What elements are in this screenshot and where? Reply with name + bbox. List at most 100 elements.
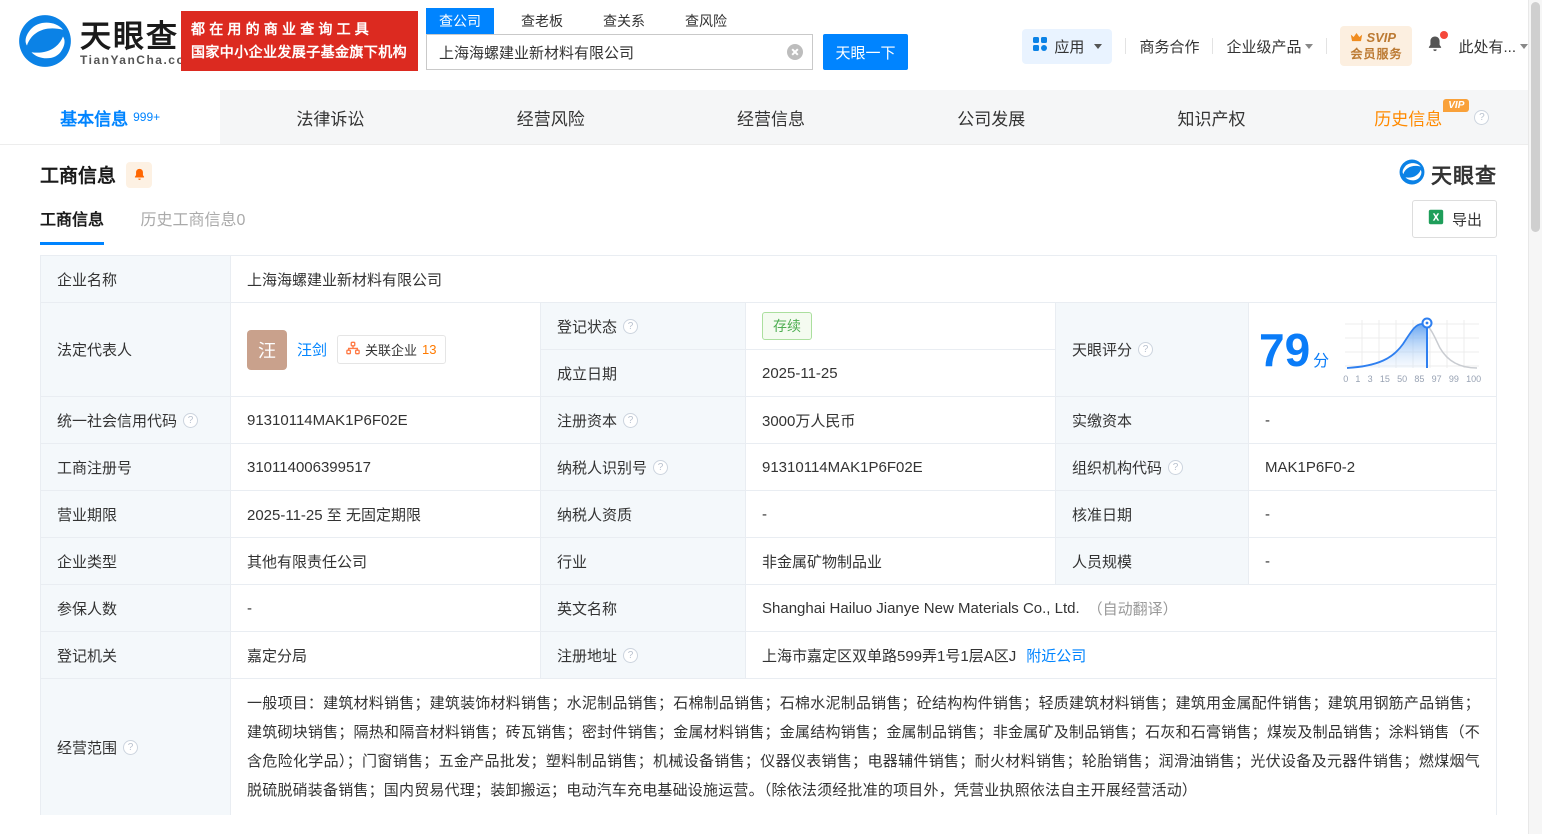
help-icon[interactable]: ? xyxy=(1138,342,1153,357)
help-icon[interactable]: ? xyxy=(623,648,638,663)
score-label: 天眼评分 xyxy=(1072,339,1132,360)
apps-menu[interactable]: 应用 xyxy=(1022,29,1112,64)
paid-capital-value: - xyxy=(1249,397,1496,444)
tab-intellectual-property[interactable]: 知识产权 xyxy=(1101,90,1321,144)
score-distribution-chart: 01 315 5085 9799 100 xyxy=(1343,316,1481,384)
org-chart-icon xyxy=(346,341,360,358)
search-tab-risk[interactable]: 查风险 xyxy=(672,8,740,34)
help-icon[interactable]: ? xyxy=(183,413,198,428)
company-name-value: 上海海螺建业新材料有限公司 xyxy=(231,256,1496,303)
menu-enterprise[interactable]: 企业级产品 xyxy=(1226,36,1313,57)
auto-translate-note: （自动翻译） xyxy=(1088,598,1178,619)
help-icon[interactable]: ? xyxy=(623,413,638,428)
promo-line1: 都在用的商业查询工具 xyxy=(191,18,408,41)
subtab-business-info[interactable]: 工商信息 xyxy=(40,206,104,245)
tab-company-development[interactable]: 公司发展 xyxy=(881,90,1101,144)
table-row: 统一社会信用代码? 91310114MAK1P6F02E 注册资本? 3000万… xyxy=(41,397,1496,444)
registered-address-value: 上海市嘉定区双单路599弄1号1层A区J xyxy=(762,645,1016,666)
establish-date-label: 成立日期 xyxy=(541,350,746,397)
business-info-card: 工商信息 天眼查 xyxy=(0,145,1542,815)
table-row: 企业类型 其他有限责任公司 行业 非金属矿物制品业 人员规模 - xyxy=(41,538,1496,585)
search-input[interactable] xyxy=(426,34,813,70)
header-menu: 应用 商务合作 企业级产品 SVIP 会员服务 xyxy=(1022,26,1528,66)
table-row: 参保人数 - 英文名称 Shanghai Hailuo Jianye New M… xyxy=(41,585,1496,632)
chevron-down-icon xyxy=(1094,44,1102,49)
nearby-companies-link[interactable]: 附近公司 xyxy=(1026,645,1086,666)
industry-value: 非金属矿物制品业 xyxy=(746,538,1056,585)
table-row: 登记机关 嘉定分局 注册地址? 上海市嘉定区双单路599弄1号1层A区J 附近公… xyxy=(41,632,1496,679)
search-tab-relation[interactable]: 查关系 xyxy=(590,8,658,34)
page: 天眼查 TianYanCha.com 都在用的商业查询工具 国家中小企业发展子基… xyxy=(0,0,1542,834)
taxpayer-id-value: 91310114MAK1P6F02E xyxy=(746,444,1056,491)
search-block: 查公司 查老板 查关系 查风险 天眼一下 xyxy=(426,8,908,70)
english-name-value: Shanghai Hailuo Jianye New Materials Co.… xyxy=(762,600,1080,617)
subscribe-bell-icon[interactable] xyxy=(126,162,152,188)
company-type-value: 其他有限责任公司 xyxy=(231,538,541,585)
business-scope-value: 一般项目：建筑材料销售；建筑装饰材料销售；水泥制品销售；石棉制品销售；石棉水泥制… xyxy=(231,679,1496,815)
registration-number-value: 310114006399517 xyxy=(231,444,541,491)
subtab-history-business-info[interactable]: 历史工商信息0 xyxy=(140,206,245,242)
legal-rep-avatar[interactable]: 汪 xyxy=(247,330,287,370)
svip-member-button[interactable]: SVIP 会员服务 xyxy=(1340,26,1412,66)
chevron-down-icon xyxy=(1305,44,1313,49)
related-companies-badge[interactable]: 关联企业 13 xyxy=(337,335,445,364)
notification-bell-icon[interactable] xyxy=(1425,34,1445,58)
tianyancha-logo[interactable]: 天眼查 TianYanCha.com xyxy=(18,14,197,73)
taxpayer-qualification-value: - xyxy=(746,491,1056,538)
apps-grid-icon xyxy=(1032,36,1048,56)
search-button[interactable]: 天眼一下 xyxy=(823,34,908,70)
table-row: 工商注册号 310114006399517 纳税人识别号? 91310114MA… xyxy=(41,444,1496,491)
legal-rep-label: 法定代表人 xyxy=(41,303,231,397)
help-icon[interactable]: ? xyxy=(653,460,668,475)
excel-icon xyxy=(1427,208,1445,230)
crown-icon xyxy=(1350,30,1363,45)
logo-title: 天眼查 xyxy=(80,21,197,53)
org-code-value: MAK1P6F0-2 xyxy=(1249,444,1496,491)
establish-date-value: 2025-11-25 xyxy=(746,350,1056,397)
apps-label: 应用 xyxy=(1054,36,1084,57)
top-header: 天眼查 TianYanCha.com 都在用的商业查询工具 国家中小企业发展子基… xyxy=(0,0,1542,90)
tab-legal-litigation[interactable]: 法律诉讼 xyxy=(220,90,440,144)
tab-operation-risk[interactable]: 经营风险 xyxy=(441,90,661,144)
notification-dot xyxy=(1440,31,1448,39)
account-menu[interactable]: 此处有... xyxy=(1458,36,1528,57)
search-tab-boss[interactable]: 查老板 xyxy=(508,8,576,34)
help-icon[interactable]: ? xyxy=(1474,110,1489,125)
chevron-down-icon xyxy=(1520,44,1528,49)
table-row: 企业名称 上海海螺建业新材料有限公司 xyxy=(41,256,1496,303)
status-badge: 存续 xyxy=(762,312,812,340)
help-icon[interactable]: ? xyxy=(1168,460,1183,475)
search-tabs: 查公司 查老板 查关系 查风险 xyxy=(426,8,908,34)
registered-capital-value: 3000万人民币 xyxy=(746,397,1056,444)
tab-basic-info[interactable]: 基本信息 999+ xyxy=(0,90,220,144)
search-tab-company[interactable]: 查公司 xyxy=(426,8,494,34)
tab-operation-info[interactable]: 经营信息 xyxy=(661,90,881,144)
legal-rep-link[interactable]: 汪剑 xyxy=(297,339,327,360)
help-icon[interactable]: ? xyxy=(623,319,638,334)
company-nav-tabs: 基本信息 999+ 法律诉讼 经营风险 经营信息 公司发展 知识产权 历史信息 … xyxy=(0,90,1542,145)
help-icon[interactable]: ? xyxy=(123,740,138,755)
table-row: 经营范围? 一般项目：建筑材料销售；建筑装饰材料销售；水泥制品销售；石棉制品销售… xyxy=(41,679,1496,815)
tab-history-info[interactable]: 历史信息 VIP ? xyxy=(1322,90,1542,144)
tianyancha-watermark: 天眼查 xyxy=(1399,159,1497,190)
clear-search-icon[interactable] xyxy=(787,44,803,60)
vip-badge: VIP xyxy=(1443,99,1469,112)
promo-line2: 国家中小企业发展子基金旗下机构 xyxy=(191,41,408,64)
tianyancha-swirl-icon xyxy=(18,14,72,73)
tianyan-score-value: 79 xyxy=(1259,324,1310,376)
tianyancha-swirl-icon xyxy=(1399,159,1425,190)
business-term-value: 2025-11-25 至 无固定期限 xyxy=(231,491,541,538)
score-chart-ticks: 01 315 5085 9799 100 xyxy=(1343,374,1481,384)
approval-date-value: - xyxy=(1249,491,1496,538)
insured-count-value: - xyxy=(231,585,541,632)
registry-office-value: 嘉定分局 xyxy=(231,632,541,679)
table-row: 法定代表人 汪 汪剑 关联企业 xyxy=(41,303,1496,397)
export-button[interactable]: 导出 xyxy=(1412,200,1497,238)
staff-size-value: - xyxy=(1249,538,1496,585)
reg-status-label: 登记状态 xyxy=(557,316,617,337)
scrollbar[interactable] xyxy=(1528,0,1542,834)
credit-code-value: 91310114MAK1P6F02E xyxy=(231,397,541,444)
menu-cooperation[interactable]: 商务合作 xyxy=(1139,36,1199,57)
scrollbar-thumb[interactable] xyxy=(1531,2,1540,232)
business-info-table: 企业名称 上海海螺建业新材料有限公司 法定代表人 汪 汪剑 xyxy=(40,255,1497,815)
